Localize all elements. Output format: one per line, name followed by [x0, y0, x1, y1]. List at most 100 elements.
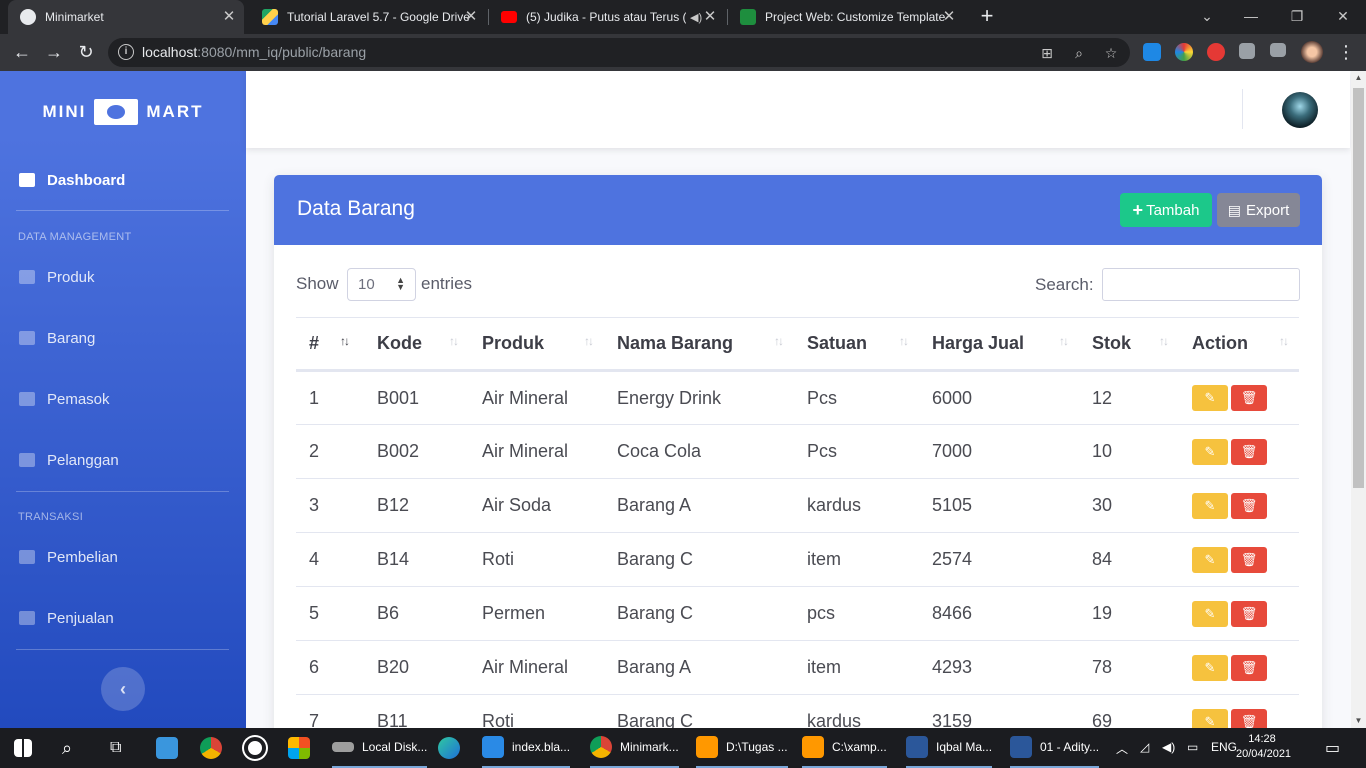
zoom-icon[interactable]: ⌕: [1070, 44, 1088, 62]
taskbar-item-word-1[interactable]: Iqbal Ma...: [906, 728, 993, 768]
tab-project-web[interactable]: Project Web: Customize Template ✕: [728, 0, 964, 34]
edit-button[interactable]: ✎: [1192, 654, 1228, 681]
sidebar-item-barang[interactable]: Barang: [0, 318, 246, 358]
taskbar-item-sublime-1[interactable]: D:\Tugas ...: [696, 728, 788, 768]
minimize-icon[interactable]: —: [1237, 4, 1265, 28]
taskbar-item-vscode[interactable]: index.bla...: [482, 728, 571, 768]
tab-google-drive[interactable]: Tutorial Laravel 5.7 - Google Drive ✕: [250, 0, 486, 34]
store-taskbar-icon[interactable]: [288, 728, 318, 768]
delete-button[interactable]: 🗑: [1231, 385, 1267, 411]
language-indicator[interactable]: ENG: [1211, 740, 1237, 754]
edit-button[interactable]: ✎: [1192, 492, 1228, 519]
profile-avatar[interactable]: [1301, 41, 1323, 63]
extension-color-icon[interactable]: [1175, 43, 1193, 61]
edit-button[interactable]: ✎: [1192, 385, 1228, 411]
table-cell: B001: [364, 370, 469, 425]
extensions-puzzle-icon[interactable]: [1239, 43, 1255, 59]
edit-button[interactable]: ✎: [1192, 600, 1228, 627]
sidebar-item-penjualan[interactable]: Penjualan: [0, 598, 246, 638]
close-tab-icon[interactable]: ✕: [220, 8, 238, 26]
close-tab-icon[interactable]: ✕: [701, 8, 719, 26]
th-harga-jual[interactable]: Harga Jual ↑↓: [919, 317, 1079, 372]
notification-icon[interactable]: ▭: [1325, 738, 1340, 758]
taskbar-item-minimarket[interactable]: Minimark...: [590, 728, 679, 768]
edit-button[interactable]: ✎: [1192, 708, 1228, 728]
th-nama-barang[interactable]: Nama Barang ↑↓: [604, 317, 794, 372]
app-icon-1[interactable]: [156, 728, 186, 768]
close-tab-icon[interactable]: ✕: [462, 8, 480, 26]
start-button[interactable]: [14, 728, 40, 768]
chrome-taskbar-icon[interactable]: [200, 728, 230, 768]
bookmark-star-icon[interactable]: ☆: [1102, 44, 1120, 62]
address-bar[interactable]: i localhost:8080/mm_iq/public/barang ⊞ ⌕…: [108, 38, 1130, 67]
delete-button[interactable]: 🗑: [1231, 600, 1267, 627]
tab-search-icon[interactable]: ⌄: [1193, 4, 1221, 28]
th-produk[interactable]: Produk ↑↓: [469, 317, 604, 372]
sidebar-item-produk[interactable]: Produk: [0, 257, 246, 297]
scroll-down-icon[interactable]: ▼: [1351, 714, 1366, 728]
table-row: 5 B6 Permen Barang Cpcs 8466 19 ✎ 🗑: [296, 586, 1299, 641]
sidebar-item-dashboard[interactable]: Dashboard: [0, 160, 246, 200]
back-icon[interactable]: ←: [10, 40, 34, 64]
media-control-icon[interactable]: [1270, 43, 1286, 57]
entries-label: entries: [421, 274, 473, 293]
chrome-menu-icon[interactable]: ⋮: [1334, 40, 1358, 64]
extension-s-icon[interactable]: [1143, 43, 1161, 61]
export-button[interactable]: ▤ Export: [1217, 193, 1300, 227]
obs-taskbar-icon[interactable]: [244, 728, 274, 768]
page-scrollbar[interactable]: ▲ ▼: [1351, 71, 1366, 728]
table-cell: kardus: [794, 694, 919, 728]
url-text[interactable]: localhost:8080/mm_iq/public/barang: [142, 44, 366, 60]
network-icon[interactable]: ◿: [1140, 740, 1149, 754]
sidebar-toggle-button[interactable]: ‹: [101, 667, 145, 711]
th-number[interactable]: # ↑↓: [296, 317, 364, 372]
tab-youtube[interactable]: (5) Judika - Putus atau Terus (Official …: [489, 0, 725, 34]
edit-button[interactable]: ✎: [1192, 546, 1228, 573]
delete-button[interactable]: 🗑: [1231, 492, 1267, 519]
taskbar-label: C:\xamp...: [832, 740, 887, 754]
clock[interactable]: 14:28 20/04/2021: [1236, 732, 1291, 762]
extension-red-icon[interactable]: [1207, 43, 1225, 61]
restore-icon[interactable]: ❐: [1283, 4, 1311, 28]
sidebar-item-pemasok[interactable]: Pemasok: [0, 379, 246, 419]
taskbar-item-word-2[interactable]: 01 - Adity...: [1010, 728, 1100, 768]
sidebar-item-pelanggan[interactable]: Pelanggan: [0, 440, 246, 480]
translate-icon[interactable]: ⊞: [1038, 44, 1056, 62]
taskbar-item-sublime-2[interactable]: C:\xamp...: [802, 728, 887, 768]
scroll-up-icon[interactable]: ▲: [1351, 71, 1366, 85]
site-info-icon[interactable]: i: [118, 44, 134, 60]
volume-icon[interactable]: ◀): [1162, 740, 1175, 754]
tab-minimarket[interactable]: Minimarket ✕: [8, 0, 244, 34]
search-taskbar-icon[interactable]: ⌕: [62, 728, 72, 768]
th-kode[interactable]: Kode ↑↓: [364, 317, 469, 372]
edge-taskbar-icon[interactable]: [438, 728, 468, 768]
delete-button[interactable]: 🗑: [1231, 708, 1267, 728]
battery-icon[interactable]: ▭: [1187, 740, 1198, 754]
th-action[interactable]: Action ↑↓: [1179, 317, 1299, 372]
th-satuan[interactable]: Satuan ↑↓: [794, 317, 919, 372]
table-cell: pcs: [794, 586, 919, 641]
task-view-icon[interactable]: ⧉: [110, 728, 121, 768]
scrollbar-thumb[interactable]: [1353, 88, 1364, 488]
user-avatar[interactable]: [1282, 92, 1318, 128]
reload-icon[interactable]: ↻: [74, 40, 98, 64]
sidebar-item-pembelian[interactable]: Pembelian: [0, 537, 246, 577]
edit-button[interactable]: ✎: [1192, 438, 1228, 465]
delete-button[interactable]: 🗑: [1231, 438, 1267, 465]
forward-icon[interactable]: →: [42, 40, 66, 64]
delete-button[interactable]: 🗑: [1231, 654, 1267, 681]
entries-select[interactable]: 10 ▲ ▼: [347, 268, 416, 301]
header-label: Action: [1192, 333, 1248, 353]
tray-expand-icon[interactable]: ︿: [1116, 740, 1128, 757]
th-stok[interactable]: Stok ↑↓: [1079, 317, 1179, 372]
table-cell: Air Mineral: [469, 640, 604, 695]
close-tab-icon[interactable]: ✕: [940, 8, 958, 26]
search-input[interactable]: [1102, 268, 1300, 301]
tambah-button[interactable]: + Tambah: [1120, 193, 1212, 227]
close-window-icon[interactable]: ✕: [1329, 4, 1357, 28]
taskbar-item-local-disk[interactable]: Local Disk...: [332, 728, 428, 768]
table-cell: 6000: [919, 370, 1079, 425]
new-tab-icon[interactable]: +: [976, 5, 998, 27]
brand-logo[interactable]: MINI MART: [0, 95, 246, 129]
delete-button[interactable]: 🗑: [1231, 546, 1267, 573]
